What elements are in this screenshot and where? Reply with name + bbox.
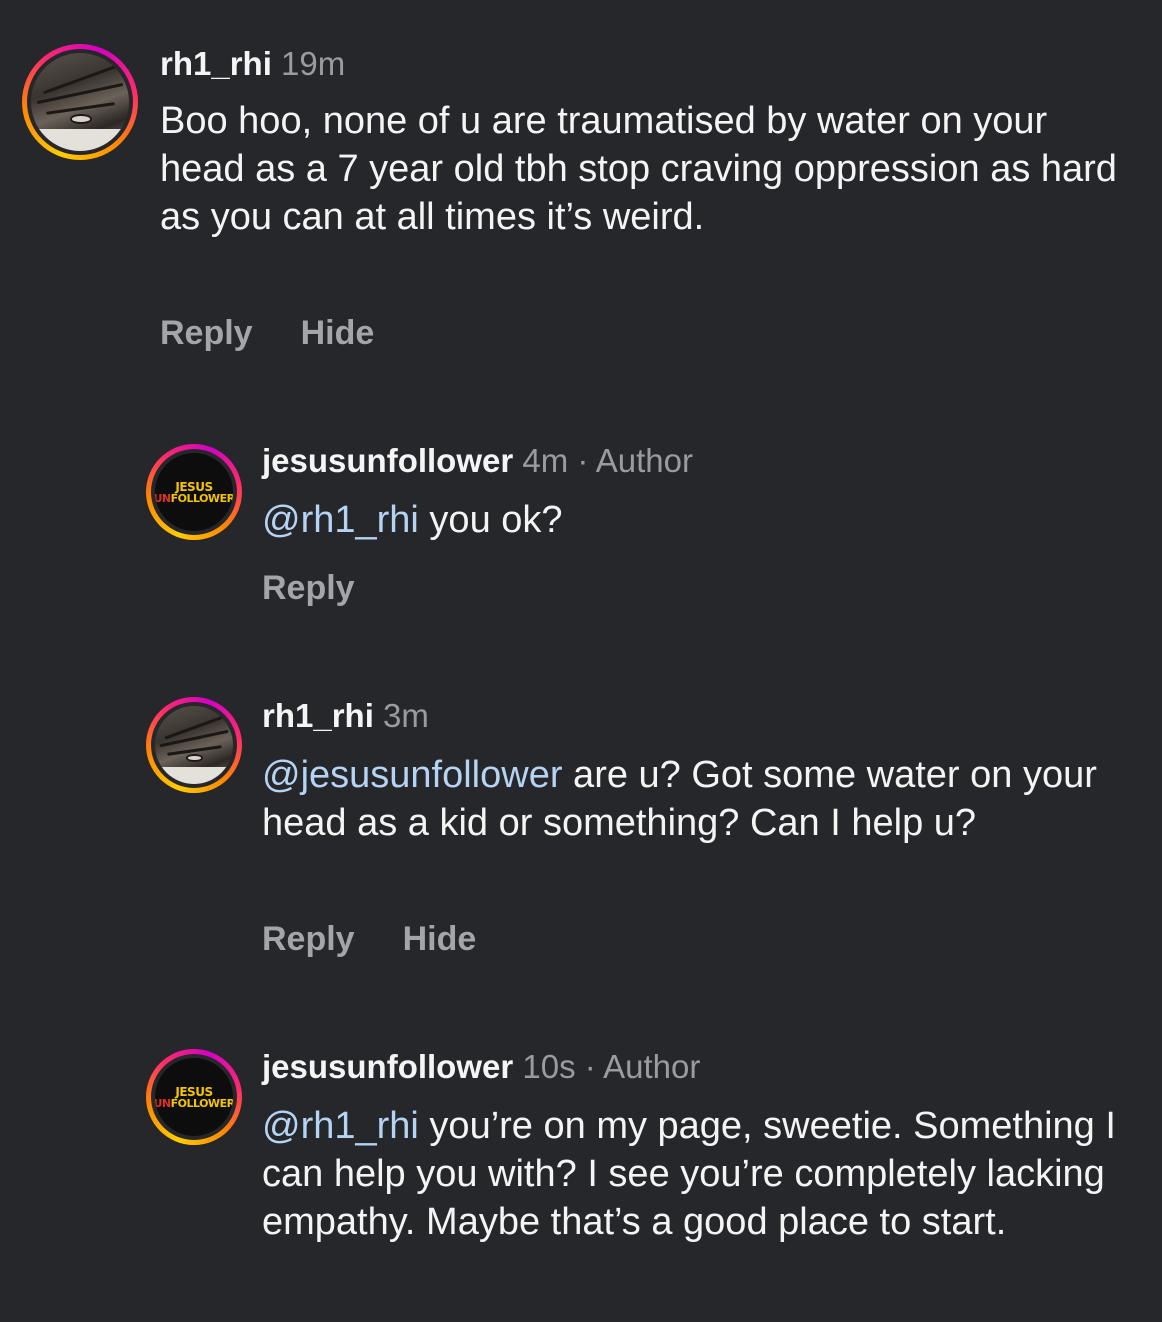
avatar[interactable] [22,44,138,160]
separator: · [577,442,589,479]
avatar[interactable]: JESUS UNFOLLOWER [146,444,242,540]
comment-header: jesusunfollower 4m · Author [262,441,693,481]
username[interactable]: jesusunfollower [262,1048,513,1085]
comment-header: rh1_rhi 19m [160,44,345,84]
jesus-unfollower-logo: JESUS UNFOLLOWER [155,453,233,531]
hide-button[interactable]: Hide [403,920,477,958]
comment-text: @jesusunfollower are u? Got some water o… [262,754,1097,844]
avatar[interactable]: JESUS UNFOLLOWER [146,1049,242,1145]
author-badge: Author [603,1048,701,1085]
comment-actions: Reply [262,569,403,608]
jesus-unfollower-logo: JESUS UNFOLLOWER [155,1058,233,1136]
mention-link[interactable]: @jesusunfollower [262,754,563,796]
separator: · [584,1048,596,1085]
avatar[interactable] [146,697,242,793]
username[interactable]: rh1_rhi [262,697,374,734]
reply-button[interactable]: Reply [262,920,355,958]
profile-photo [31,53,129,151]
comment-actions: Reply Hide [262,920,524,959]
timestamp: 10s [522,1048,576,1085]
username[interactable]: rh1_rhi [160,45,272,82]
timestamp: 3m [383,697,429,734]
username[interactable]: jesusunfollower [262,442,513,479]
comment-header: jesusunfollower 10s · Author [262,1047,700,1087]
author-badge: Author [595,442,693,479]
mention-link[interactable]: @rh1_rhi [262,499,419,541]
comment-text: @rh1_rhi you ok? [262,499,563,541]
comment-actions: Reply Hide [160,314,422,353]
hide-button[interactable]: Hide [301,314,375,352]
comment-header: rh1_rhi 3m [262,696,429,736]
comment-text: @rh1_rhi you’re on my page, sweetie. Som… [262,1105,1116,1243]
comment-text: Boo hoo, none of u are traumatised by wa… [160,100,1117,238]
timestamp: 19m [281,45,346,82]
profile-photo [155,706,233,784]
reply-button[interactable]: Reply [160,314,253,352]
timestamp: 4m [522,442,569,479]
reply-button[interactable]: Reply [262,569,355,607]
mention-link[interactable]: @rh1_rhi [262,1105,419,1147]
